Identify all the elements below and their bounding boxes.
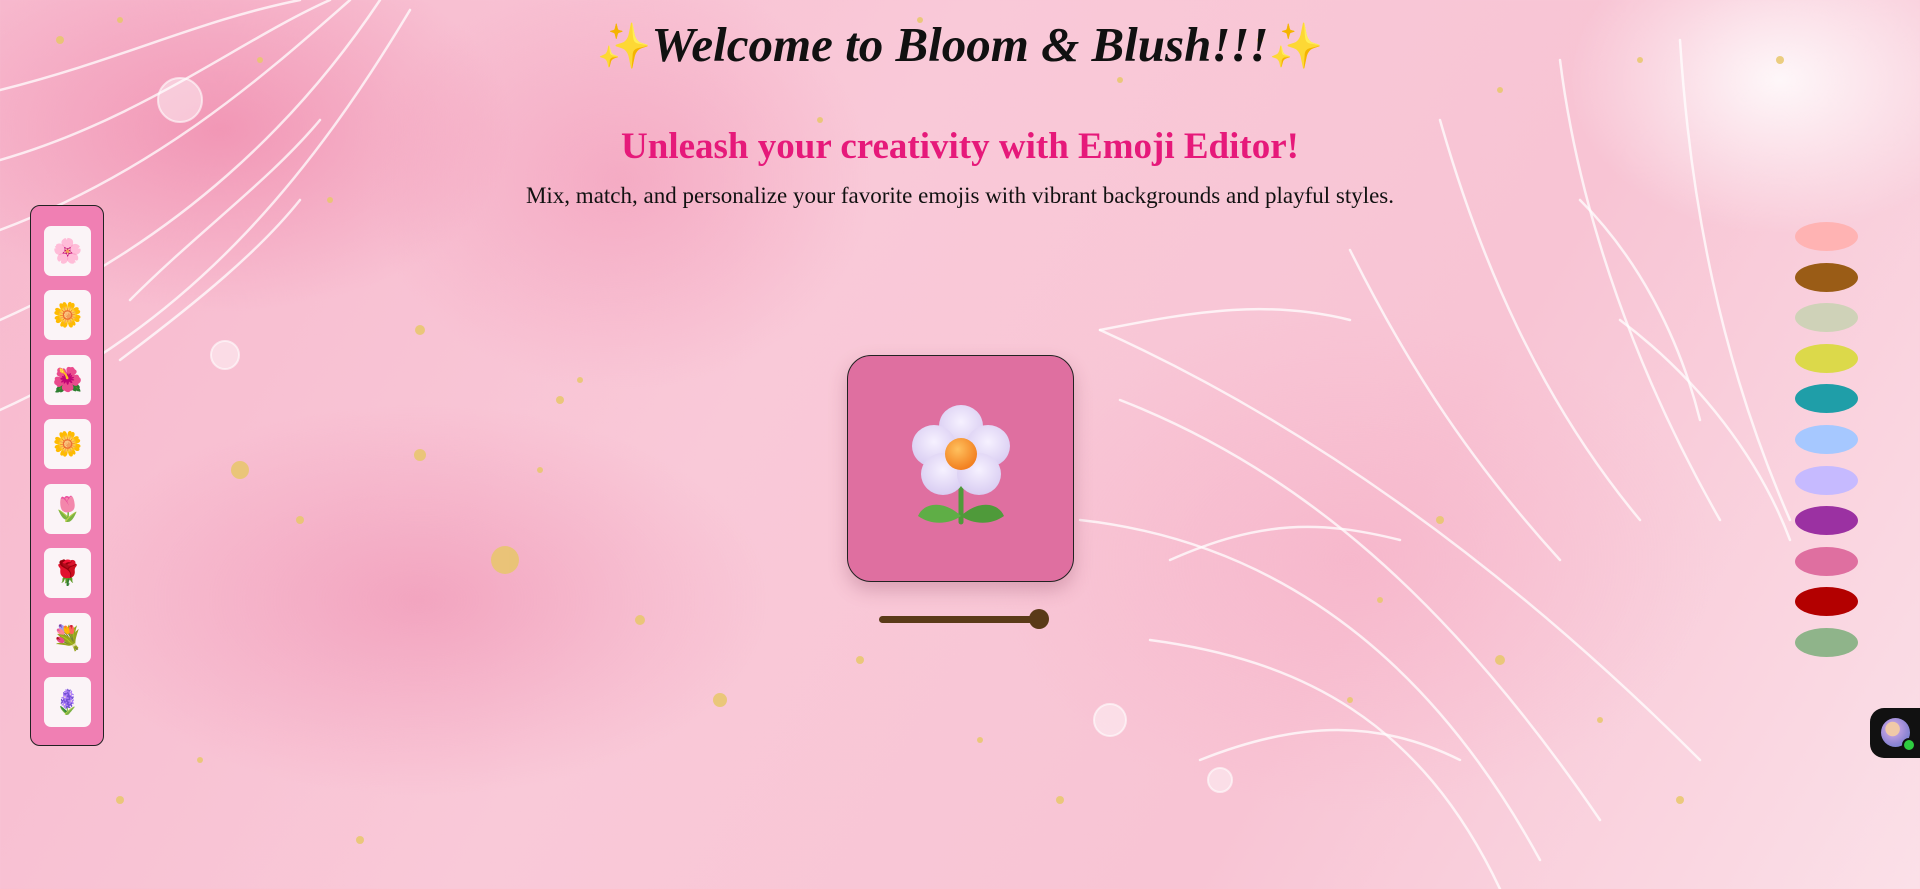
page-title: ✨Welcome to Bloom & Blush!!!✨ — [0, 14, 1920, 78]
emoji-option-tulip[interactable]: 🌷 — [44, 484, 91, 534]
hibiscus-icon: 🌺 — [52, 366, 83, 394]
color-swatch[interactable] — [1795, 628, 1858, 657]
color-swatch[interactable] — [1795, 343, 1858, 373]
emoji-option-cherry-blossom[interactable]: 🌸 — [44, 226, 91, 276]
white-flower-icon: 🌼 — [52, 430, 83, 458]
blossom-icon: 🌼 — [52, 301, 83, 329]
hyacinth-icon: 🪻 — [52, 688, 83, 716]
emoji-option-hibiscus[interactable]: 🌺 — [44, 355, 91, 405]
page-tagline: Mix, match, and personalize your favorit… — [525, 183, 1395, 208]
color-swatch[interactable] — [1795, 546, 1858, 576]
sparkle-icon: ✨ — [596, 22, 652, 71]
slider-track — [879, 616, 1041, 623]
color-swatch[interactable] — [1795, 587, 1858, 617]
color-swatch[interactable] — [1795, 303, 1858, 333]
emoji-canvas[interactable] — [847, 355, 1074, 582]
slider-fill — [879, 616, 1041, 623]
emoji-option-blossom[interactable]: 🌼 — [44, 290, 91, 340]
page-subtitle: Unleash your creativity with Emoji Edito… — [621, 126, 1299, 167]
color-swatch[interactable] — [1795, 222, 1858, 251]
color-swatch[interactable] — [1795, 384, 1858, 414]
emoji-option-bouquet[interactable]: 💐 — [44, 613, 91, 663]
rose-icon: 🌹 — [52, 559, 83, 587]
emoji-option-white-flower[interactable]: 🌼 — [44, 419, 91, 469]
online-status-icon — [1902, 738, 1916, 752]
bouquet-icon: 💐 — [52, 624, 83, 652]
color-swatch[interactable] — [1795, 425, 1858, 454]
color-swatch[interactable] — [1795, 262, 1858, 292]
color-palette — [1795, 222, 1859, 662]
white-daisy-icon — [911, 404, 1010, 524]
emoji-option-rose[interactable]: 🌹 — [44, 548, 91, 598]
avatar-widget[interactable] — [1870, 708, 1920, 758]
sparkle-icon: ✨ — [1268, 22, 1324, 71]
emoji-option-hyacinth[interactable]: 🪻 — [44, 677, 91, 727]
emoji-tray: 🌸 🌼 🌺 🌼 🌷 🌹 💐 🪻 — [30, 205, 104, 746]
color-swatch[interactable] — [1795, 465, 1858, 495]
slider-thumb[interactable] — [1029, 609, 1049, 629]
tulip-icon: 🌷 — [52, 495, 83, 523]
cherry-blossom-icon: 🌸 — [52, 237, 83, 265]
color-swatch[interactable] — [1795, 506, 1858, 536]
size-slider[interactable] — [879, 609, 1049, 629]
page-title-text: Welcome to Bloom & Blush!!! — [651, 17, 1269, 72]
